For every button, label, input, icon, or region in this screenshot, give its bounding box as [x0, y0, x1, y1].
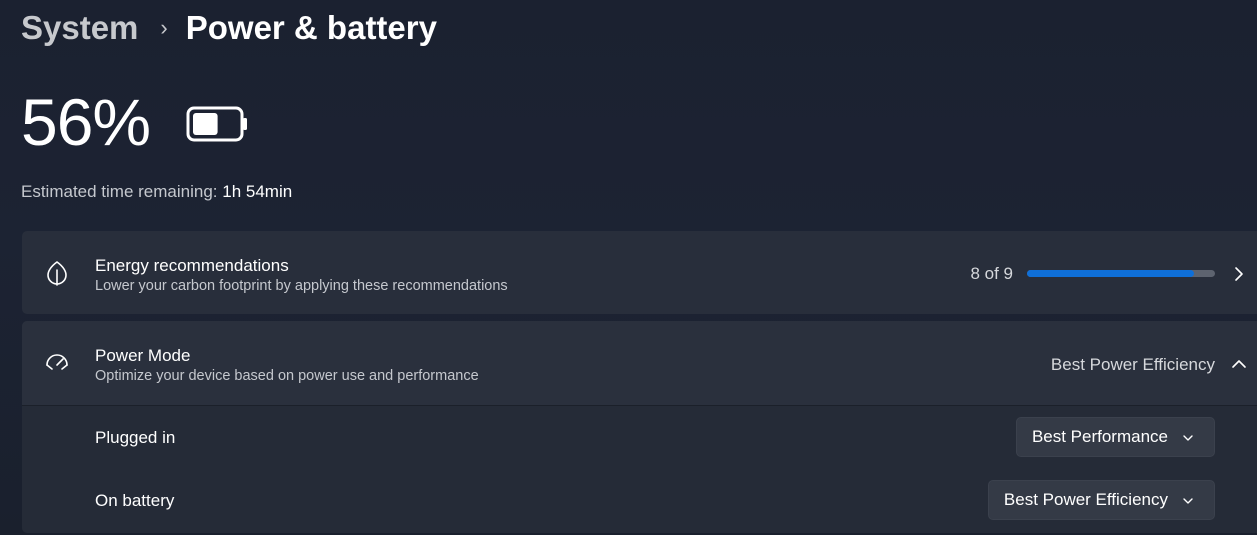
power-mode-subtitle: Optimize your device based on power use … — [95, 368, 479, 384]
energy-recommendations-title: Energy recommendations — [95, 256, 289, 275]
plugged-in-mode-value: Best Performance — [1031, 427, 1168, 446]
time-remaining-value: 1h 54min — [222, 182, 293, 201]
power-mode-current-value: Best Power Efficiency — [1050, 355, 1215, 374]
breadcrumb-system-link[interactable]: System — [21, 9, 138, 47]
leaf-icon — [47, 261, 67, 286]
time-remaining-label: Estimated time remaining: — [21, 182, 218, 201]
energy-recommendations-subtitle: Lower your carbon footprint by applying … — [95, 278, 508, 294]
plugged-in-label: Plugged in — [95, 428, 176, 447]
chevron-down-icon — [1183, 435, 1193, 441]
breadcrumb: System › Power & battery — [21, 6, 437, 50]
speedometer-icon — [46, 354, 68, 370]
chevron-right-icon[interactable] — [1231, 266, 1247, 282]
chevron-up-icon[interactable] — [1231, 356, 1247, 372]
power-mode-card: Power Mode Optimize your device based on… — [22, 321, 1257, 533]
on-battery-label: On battery — [95, 491, 175, 510]
battery-icon — [186, 106, 247, 142]
battery-percentage: 56% — [21, 85, 151, 159]
recommendations-progress-bar — [1027, 270, 1215, 277]
power-mode-divider — [22, 405, 1257, 406]
estimated-time-remaining: Estimated time remaining: 1h 54min — [21, 181, 292, 203]
plugged-in-mode-dropdown[interactable]: Best Performance — [1015, 417, 1215, 457]
power-mode-header[interactable]: Power Mode Optimize your device based on… — [22, 321, 1257, 405]
power-mode-title: Power Mode — [95, 346, 191, 365]
recommendations-count: 8 of 9 — [970, 264, 1013, 283]
energy-recommendations-card[interactable]: Energy recommendations Lower your carbon… — [22, 231, 1257, 314]
breadcrumb-separator: › — [160, 15, 168, 40]
on-battery-mode-value: Best Power Efficiency — [1003, 490, 1168, 509]
chevron-down-icon — [1183, 498, 1193, 504]
on-battery-mode-dropdown[interactable]: Best Power Efficiency — [987, 480, 1215, 520]
recommendations-progress-fill — [1027, 270, 1195, 277]
page-title: Power & battery — [185, 9, 437, 46]
battery-level-fill — [193, 113, 218, 135]
